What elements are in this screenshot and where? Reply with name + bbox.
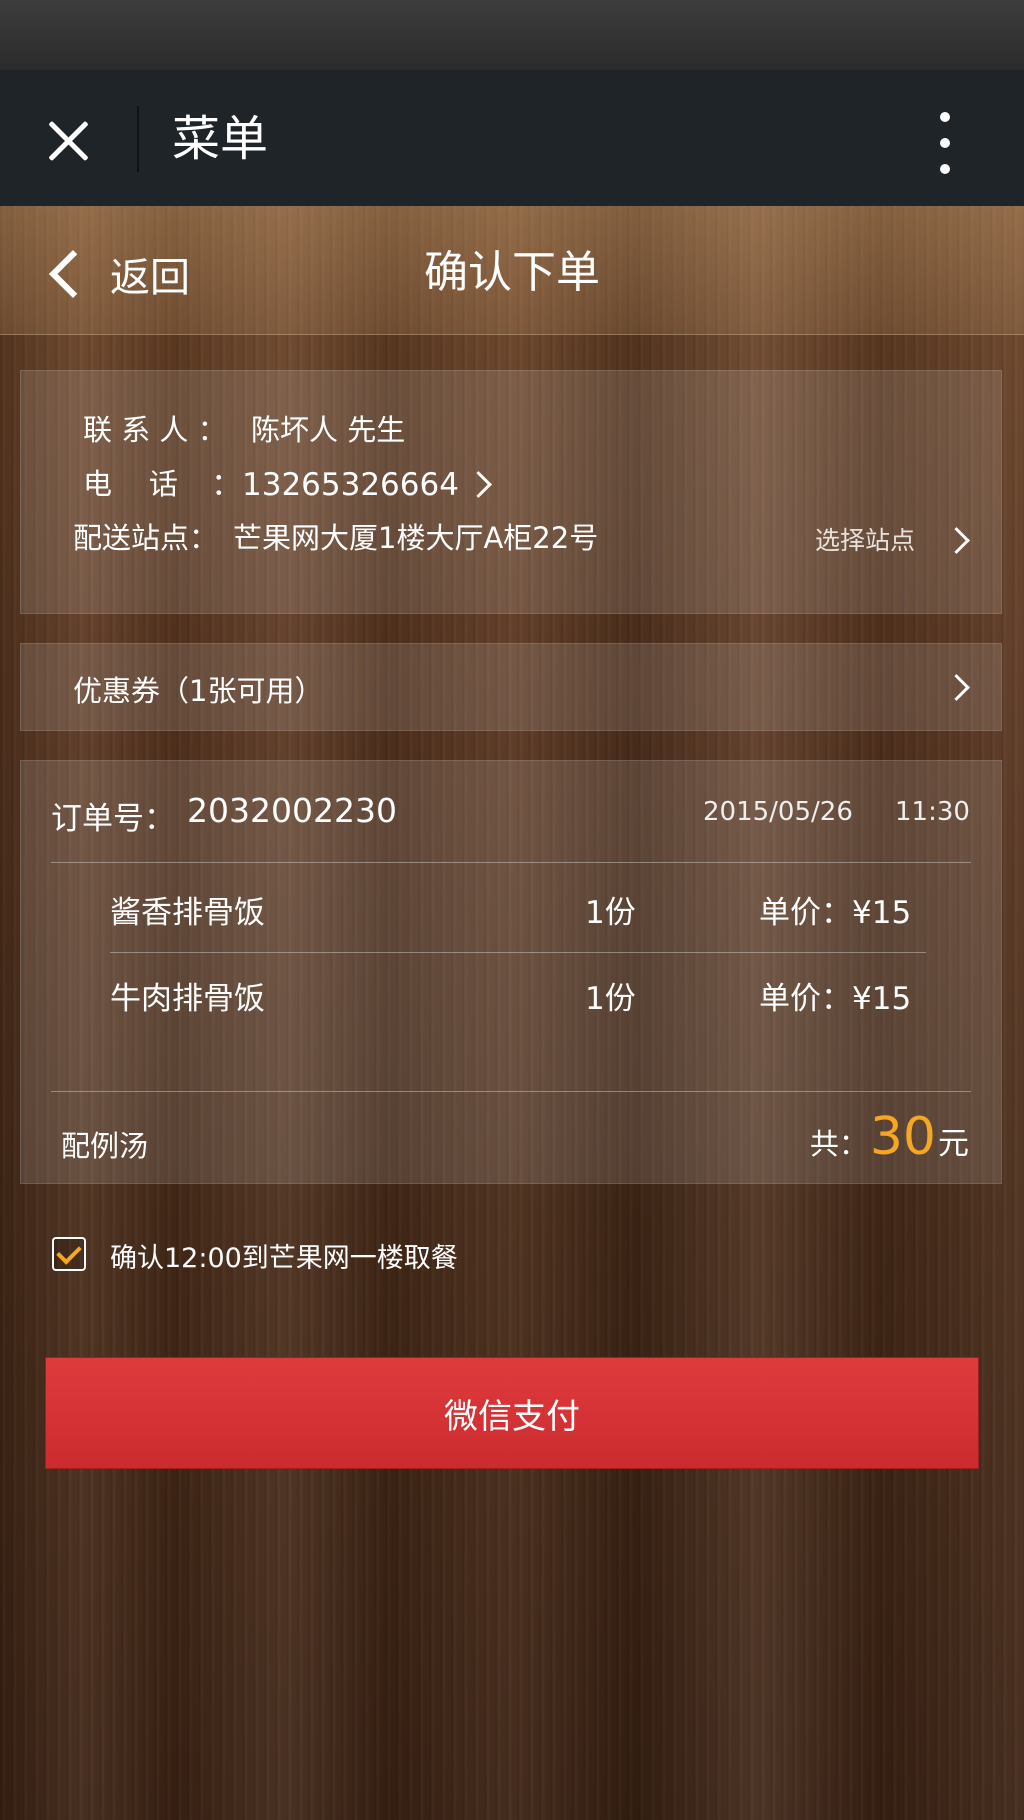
item-quantity: 1份 — [585, 981, 636, 1017]
pickup-confirm-label: 确认12:00到芒果网一楼取餐 — [110, 1243, 458, 1274]
order-number-label: 订单号： — [51, 801, 175, 837]
page-title: 确认下单 — [424, 247, 600, 298]
coupon-label: 优惠券（1张可用） — [73, 674, 324, 708]
coupon-row[interactable]: 优惠券（1张可用） — [20, 643, 1002, 731]
item-name: 牛肉排骨饭 — [110, 981, 265, 1017]
order-number-value: 2032002230 — [187, 791, 397, 830]
select-station-label: 选择站点 — [815, 526, 916, 555]
close-icon[interactable] — [40, 113, 96, 169]
title-bar-divider — [137, 106, 139, 172]
pickup-confirm-checkbox[interactable] — [52, 1237, 86, 1271]
order-time: 11:30 — [895, 797, 970, 827]
phone-label: 电 话 — [83, 467, 178, 501]
side-note: 配例汤 — [61, 1129, 149, 1163]
total-value: 30 — [869, 1107, 936, 1167]
chevron-right-icon — [943, 527, 970, 554]
divider — [51, 862, 971, 863]
page-content: 返回 确认下单 联 系 人 ： 陈坏人 先生 电 话 ：13265326664 … — [0, 206, 1024, 1820]
wechat-page-title: 菜单 — [172, 111, 269, 167]
phone-value: ：13265326664 — [211, 467, 459, 503]
station-label: 配送站点： — [73, 521, 219, 555]
item-quantity: 1份 — [585, 895, 636, 931]
wechat-title-bar — [0, 70, 1024, 206]
total-unit: 元 — [938, 1126, 969, 1162]
order-date: 2015/05/26 — [703, 797, 853, 827]
wechat-pay-button[interactable]: 微信支付 — [45, 1357, 979, 1469]
chevron-right-icon — [943, 674, 970, 701]
more-options-icon[interactable] — [928, 108, 962, 178]
contact-name-label: 联 系 人 ： — [83, 413, 227, 447]
contact-panel: 联 系 人 ： 陈坏人 先生 电 话 ：13265326664 配送站点： 芒果… — [20, 370, 1002, 614]
chevron-right-icon — [465, 471, 492, 498]
station-value: 芒果网大厦1楼大厅A柜22号 — [233, 521, 599, 555]
item-price: 单价：¥15 — [759, 981, 912, 1017]
divider — [51, 1091, 971, 1092]
contact-name-value: 陈坏人 先生 — [251, 413, 406, 447]
order-panel: 订单号： 2032002230 2015/05/26 11:30 酱香排骨饭 1… — [20, 760, 1002, 1184]
item-name: 酱香排骨饭 — [110, 895, 265, 931]
total-label: 共： — [809, 1127, 868, 1161]
order-total: 共： 30 元 — [810, 1107, 969, 1167]
page-header: 返回 确认下单 — [0, 206, 1024, 335]
divider — [110, 952, 926, 953]
status-bar — [0, 0, 1024, 72]
item-price: 单价：¥15 — [759, 895, 912, 931]
